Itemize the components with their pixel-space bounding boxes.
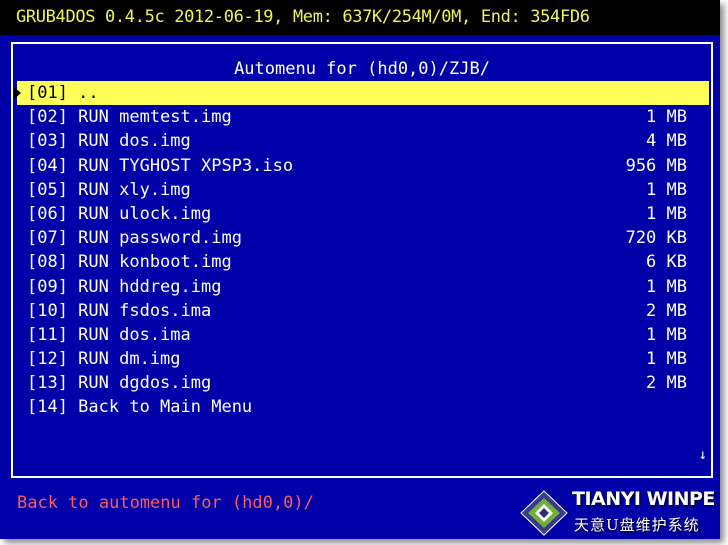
menu-item-size: 4 MB: [646, 131, 687, 152]
menu-title: Automenu for (hd0,0)/ZJB/: [234, 59, 490, 79]
menu-item-size: 2 MB: [646, 300, 687, 321]
menu-item[interactable]: [11] RUN dos.ima 1 MB: [17, 323, 709, 347]
menu-item[interactable]: [05] RUN xly.img 1 MB: [17, 178, 709, 202]
menu-item[interactable]: [01] ..: [14, 81, 709, 106]
tianyi-logo-icon: [520, 490, 568, 536]
menu-item[interactable]: [07] RUN password.img 720 KB: [17, 226, 709, 250]
scroll-down-icon: ↓: [698, 447, 707, 463]
menu-item-size: 1 MB: [646, 324, 687, 345]
menu-item-label: [12] RUN dm.img: [27, 349, 181, 370]
menu-item[interactable]: [12] RUN dm.img 1 MB: [17, 347, 709, 371]
menu-item-label: [05] RUN xly.img: [27, 179, 191, 200]
menu-item-label: [13] RUN dgdos.img: [27, 373, 212, 394]
menu-item[interactable]: [02] RUN memtest.img 1 MB: [17, 105, 709, 129]
menu-item-size: 2 MB: [646, 373, 687, 394]
menu-list: [01] .. [02] RUN memtest.img 1 MB [03] RUN …: [14, 81, 709, 420]
menu-item-label: [01] ..: [27, 83, 99, 103]
menu-item-size: 1 MB: [646, 349, 687, 370]
status-line: Back to automenu for (hd0,0)/: [17, 493, 314, 513]
menu-item[interactable]: [03] RUN dos.img 4 MB: [17, 129, 709, 153]
menu-item[interactable]: [09] RUN hddreg.img 1 MB: [17, 275, 709, 299]
menu-item-label: [06] RUN ulock.img: [27, 203, 212, 224]
menu-item-label: [09] RUN hddreg.img: [27, 276, 222, 297]
menu-item-size: 1 MB: [646, 107, 687, 128]
grub-screen: GRUB4DOS 0.4.5c 2012-06-19, Mem: 637K/25…: [0, 0, 720, 539]
menu-item-size: 1 MB: [646, 276, 687, 297]
menu-item[interactable]: [06] RUN ulock.img 1 MB: [17, 202, 709, 226]
menu-box: Automenu for (hd0,0)/ZJB/ [01] .. [02] RU…: [11, 42, 713, 478]
watermark-brand: TIANYI WINPE: [572, 488, 715, 510]
menu-item-label: [02] RUN memtest.img: [27, 107, 232, 128]
menu-item-size: 956 MB: [625, 155, 687, 176]
menu-item[interactable]: [04] RUN TYGHOST XPSP3.iso 956 MB: [17, 154, 709, 178]
menu-item-label: [08] RUN konboot.img: [27, 252, 232, 273]
watermark: TIANYI WINPE 天意U盘维护系统: [520, 486, 720, 539]
menu-item-label: [11] RUN dos.ima: [27, 324, 191, 345]
menu-item[interactable]: [14] Back to Main Menu: [17, 395, 709, 419]
menu-item-size: 720 KB: [625, 228, 687, 249]
menu-item[interactable]: [10] RUN fsdos.ima 2 MB: [17, 299, 709, 323]
header-bar: GRUB4DOS 0.4.5c 2012-06-19, Mem: 637K/25…: [0, 0, 720, 35]
menu-item-size: 1 MB: [646, 179, 687, 200]
menu-item-label: [04] RUN TYGHOST XPSP3.iso: [27, 155, 294, 176]
watermark-subtitle: 天意U盘维护系统: [574, 516, 700, 534]
menu-item[interactable]: [13] RUN dgdos.img 2 MB: [17, 371, 709, 395]
menu-item-size: 6 KB: [646, 252, 687, 273]
menu-item-size: 1 MB: [646, 203, 687, 224]
selection-arrow-icon: [14, 87, 21, 99]
menu-item-label: [14] Back to Main Menu: [27, 397, 253, 418]
menu-item-label: [07] RUN password.img: [27, 228, 242, 249]
menu-item-label: [10] RUN fsdos.ima: [27, 300, 212, 321]
menu-item-label: [03] RUN dos.img: [27, 131, 191, 152]
menu-item[interactable]: [08] RUN konboot.img 6 KB: [17, 250, 709, 274]
